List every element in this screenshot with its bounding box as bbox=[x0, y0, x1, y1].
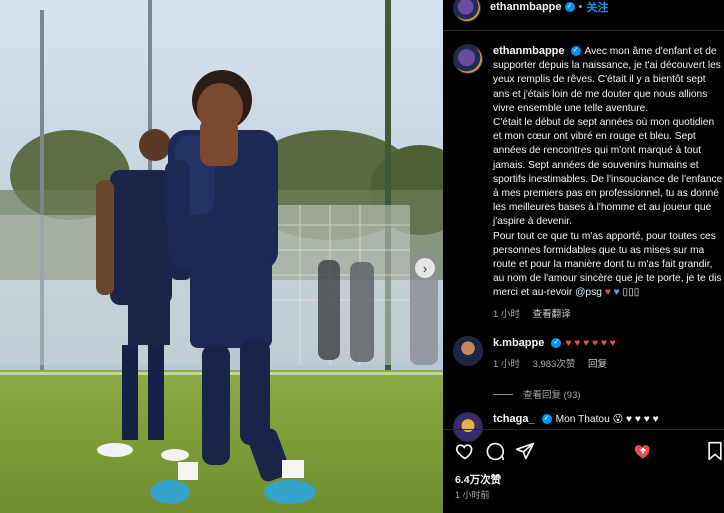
verified-badge-icon: ✓ bbox=[564, 2, 575, 12]
comment-like-count[interactable]: 3,983次赞 bbox=[533, 359, 576, 370]
caption-timestamp: 1 小时 bbox=[493, 308, 520, 320]
red-heart-icon: ♥ bbox=[604, 287, 611, 299]
comment-body: tchaga_ ✓ Mon Thatou 😮 ♥ ♥ ♥ ♥ bbox=[493, 412, 659, 442]
replies-line bbox=[493, 393, 513, 395]
comment-icon bbox=[486, 442, 505, 461]
dot-separator: • bbox=[578, 1, 583, 13]
comment-text: ♥ ♥ ♥ ♥ ♥ ♥ bbox=[565, 338, 616, 349]
carousel-next-button[interactable]: › bbox=[415, 258, 435, 278]
verified-badge-icon: ✓ bbox=[570, 46, 581, 57]
see-translation-link[interactable]: 查看翻译 bbox=[533, 309, 571, 320]
caption-author-username[interactable]: ethanmbappe bbox=[493, 45, 565, 57]
view-replies-button[interactable]: 查看回复 (93) bbox=[493, 387, 581, 401]
caption-author-avatar[interactable] bbox=[453, 44, 483, 74]
commenter-username[interactable]: tchaga_ bbox=[493, 413, 535, 425]
reshare-heart-icon bbox=[634, 445, 650, 459]
send-icon bbox=[515, 442, 535, 460]
caption-emoji-tail: ▯▯▯ bbox=[622, 287, 640, 299]
commenter-username[interactable]: k.mbappe bbox=[493, 337, 544, 349]
comment-line: k.mbappe ✓ ♥ ♥ ♥ ♥ ♥ ♥ bbox=[493, 336, 617, 351]
caption-content: Avec mon âme d'enfant et de supporter de… bbox=[493, 46, 723, 299]
reshare-button[interactable] bbox=[633, 441, 653, 461]
header-divider bbox=[443, 30, 724, 31]
view-replies-label: 查看回复 (93) bbox=[523, 390, 581, 401]
post-actions bbox=[455, 440, 722, 462]
comment-meta-row: 1 小时 3,983次赞 回复 bbox=[493, 356, 617, 370]
comment-button[interactable] bbox=[485, 441, 505, 461]
follow-button[interactable]: 关注 bbox=[586, 0, 608, 15]
verified-badge-icon: ✓ bbox=[551, 338, 562, 349]
commenter-avatar[interactable] bbox=[453, 336, 483, 366]
chevron-right-icon: › bbox=[422, 260, 428, 276]
commenter-avatar[interactable] bbox=[453, 412, 483, 442]
save-button[interactable] bbox=[705, 441, 724, 461]
football-player-photo bbox=[0, 0, 443, 513]
caption-text: ethanmbappe ✓ Avec mon âme d'enfant et de … bbox=[493, 44, 724, 301]
comment-line: tchaga_ ✓ Mon Thatou 😮 ♥ ♥ ♥ ♥ bbox=[493, 412, 659, 427]
like-button[interactable] bbox=[455, 441, 475, 461]
comment-item: k.mbappe ✓ ♥ ♥ ♥ ♥ ♥ ♥ 1 小时 3,983次赞 回复 bbox=[453, 336, 724, 370]
caption-meta-row: 1 小时 查看翻译 bbox=[493, 306, 724, 320]
comment-body: k.mbappe ✓ ♥ ♥ ♥ ♥ ♥ ♥ 1 小时 3,983次赞 回复 bbox=[493, 336, 617, 370]
comment-item: tchaga_ ✓ Mon Thatou 😮 ♥ ♥ ♥ ♥ bbox=[453, 412, 724, 442]
comment-timestamp: 1 小时 bbox=[493, 359, 520, 370]
verified-badge-icon: ✓ bbox=[541, 414, 552, 425]
instagram-post-view: › ethanmbappe ✓ • 关注 ethanmbappe ✓ Avec mo… bbox=[0, 0, 724, 513]
reply-button[interactable]: 回复 bbox=[588, 359, 607, 370]
author-avatar[interactable] bbox=[453, 0, 481, 22]
post-header-text: ethanmbappe ✓ • 关注 bbox=[490, 0, 608, 15]
caption-block: ethanmbappe ✓ Avec mon âme d'enfant et de … bbox=[453, 44, 724, 320]
caption-body: ethanmbappe ✓ Avec mon âme d'enfant et de … bbox=[493, 44, 724, 320]
post-photo[interactable]: › bbox=[0, 0, 443, 513]
comment-text: Mon Thatou 😮 ♥ ♥ ♥ ♥ bbox=[555, 414, 659, 425]
like-count[interactable]: 6.4万次赞 bbox=[455, 472, 501, 487]
bookmark-icon bbox=[708, 441, 722, 461]
footer-divider bbox=[443, 429, 724, 430]
blue-heart-icon: ♥ bbox=[613, 287, 620, 299]
share-button[interactable] bbox=[515, 441, 535, 461]
post-header: ethanmbappe ✓ • 关注 bbox=[443, 0, 724, 26]
heart-icon bbox=[455, 444, 473, 460]
post-timestamp: 1 小时前 bbox=[455, 490, 490, 500]
author-username[interactable]: ethanmbappe bbox=[490, 1, 562, 13]
post-sidebar: ethanmbappe ✓ • 关注 ethanmbappe ✓ Avec mon … bbox=[443, 0, 724, 513]
caption-mention-link[interactable]: @psg bbox=[575, 287, 602, 298]
